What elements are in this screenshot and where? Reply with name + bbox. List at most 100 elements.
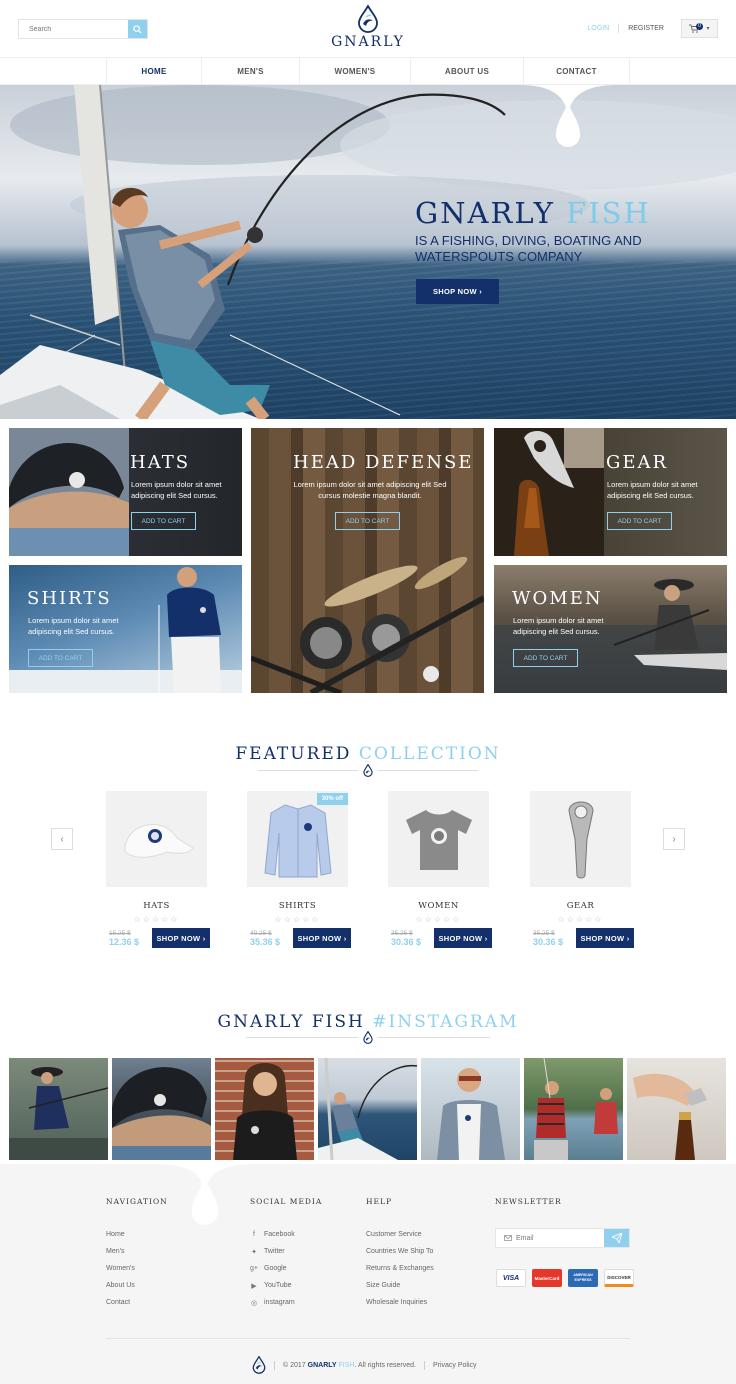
search-button[interactable] <box>128 20 147 38</box>
footer-link-home[interactable]: Home <box>106 1226 168 1243</box>
divider <box>246 1037 358 1038</box>
footer-list: f Facebook ✦ Twitter g+ Google ▶ YouTube ◎ in… <box>250 1226 322 1311</box>
tile-title: SHIRTS <box>27 588 112 609</box>
newsletter-submit-button[interactable] <box>604 1229 629 1247</box>
instagram-photo[interactable] <box>524 1058 623 1160</box>
nav-mens[interactable]: MEN'S <box>201 58 299 85</box>
add-to-cart-button[interactable]: ADD TO CART <box>335 512 400 530</box>
register-link[interactable]: REGISTER <box>628 25 664 32</box>
copyright-prefix: © 2017 <box>283 1361 306 1369</box>
footer-link-youtube[interactable]: ▶ YouTube <box>250 1277 322 1294</box>
tile-text: Lorem ipsum dolor sit amet adipiscing el… <box>131 480 222 500</box>
nav-contact[interactable]: CONTACT <box>523 58 630 85</box>
tile-women[interactable]: WOMEN Lorem ipsum dolor sit amet adipisc… <box>494 565 727 693</box>
footer-divider <box>106 1338 630 1339</box>
footer-link-wholesale[interactable]: Wholesale Inquiries <box>366 1294 434 1311</box>
auth-links: LOGIN REGISTER <box>587 24 664 33</box>
tile-title: HATS <box>130 452 191 473</box>
footer-link-mens[interactable]: Men's <box>106 1243 168 1260</box>
product-name[interactable]: SHIRTS <box>247 901 348 911</box>
tshirt-image <box>405 810 472 870</box>
mastercard-icon: MasterCard <box>532 1269 562 1287</box>
copyright-bar: © 2017 GNARLY FISH. All rights reserved.… <box>252 1356 477 1374</box>
product-card-gear[interactable]: GEAR ☆☆☆☆☆ 35.25 $ 30.36 $ SHOP NOW › <box>530 791 634 948</box>
product-pricing: 35.25 $ 30.36 $ SHOP NOW › <box>533 928 634 948</box>
product-image[interactable] <box>106 791 207 887</box>
divider <box>618 24 620 33</box>
add-to-cart-button[interactable]: ADD TO CART <box>131 512 196 530</box>
product-card-women[interactable]: WOMEN ☆☆☆☆☆ 35.25 $ 30.36 $ SHOP NOW › <box>388 791 492 948</box>
footer-link-customer-service[interactable]: Customer Service <box>366 1226 434 1243</box>
search-input[interactable] <box>19 20 128 38</box>
youtube-icon: ▶ <box>251 1282 257 1290</box>
tile-head-defense[interactable]: HEAD DEFENSE Lorem ipsum dolor sit amet … <box>251 428 484 693</box>
cart-button[interactable]: 0 ▾ <box>681 19 718 38</box>
discount-badge: 30% off <box>316 793 348 805</box>
tile-shirts[interactable]: SHIRTS Lorem ipsum dolor sit amet adipis… <box>9 565 242 693</box>
product-name[interactable]: GEAR <box>530 901 631 911</box>
footer-link-countries[interactable]: Countries We Ship To <box>366 1243 434 1260</box>
add-to-cart-button[interactable]: ADD TO CART <box>28 649 93 667</box>
carousel-next-button[interactable]: › <box>663 828 685 850</box>
product-image[interactable]: 30% off <box>247 791 348 887</box>
footer-link-returns[interactable]: Returns & Exchanges <box>366 1260 434 1277</box>
hero-shop-now-button[interactable]: SHOP NOW › <box>416 279 499 304</box>
tile-title: HEAD DEFENSE <box>293 452 474 473</box>
footer-link-size-guide[interactable]: Size Guide <box>366 1277 434 1294</box>
instagram-photo[interactable] <box>215 1058 314 1160</box>
payment-cards: VISA MasterCard AMERICAN EXPRESS DISCOVE… <box>496 1269 634 1287</box>
email-placeholder: Email <box>516 1234 534 1242</box>
tile-gear[interactable]: GEAR Lorem ipsum dolor sit amet adipisci… <box>494 428 727 556</box>
shop-now-button[interactable]: SHOP NOW › <box>152 928 210 948</box>
rating-stars: ☆☆☆☆☆ <box>274 915 321 924</box>
footer-newsletter: NEWSLETTER <box>495 1197 562 1206</box>
nav-home[interactable]: HOME <box>106 58 201 85</box>
footer-link-about-us[interactable]: About Us <box>106 1277 168 1294</box>
instagram-photo[interactable] <box>9 1058 108 1160</box>
hero-banner: GNARLY FISH IS A FISHING, DIVING, BOATIN… <box>0 85 736 419</box>
instagram-photo[interactable] <box>627 1058 726 1160</box>
instagram-photo[interactable] <box>421 1058 520 1160</box>
featured-title-main: FEATURED <box>235 744 352 764</box>
carousel-prev-button[interactable]: ‹ <box>51 828 73 850</box>
cart-count-badge: 0 <box>696 23 703 30</box>
price: 30.36 $ <box>533 936 564 947</box>
email-field[interactable]: Email <box>496 1229 604 1247</box>
discover-card-icon: DISCOVER <box>604 1269 634 1287</box>
tile-text: Lorem ipsum dolor sit amet adipiscing el… <box>607 480 698 500</box>
tile-text: Lorem ipsum dolor sit amet adipiscing el… <box>513 616 604 636</box>
product-name[interactable]: WOMEN <box>388 901 489 911</box>
price: 12.36 $ <box>109 936 140 947</box>
shop-now-button[interactable]: SHOP NOW › <box>434 928 492 948</box>
add-to-cart-button[interactable]: ADD TO CART <box>513 649 578 667</box>
product-card-hats[interactable]: HATS ☆☆☆☆☆ 15.25 $ 12.36 $ SHOP NOW › <box>106 791 210 948</box>
tile-hats[interactable]: HATS Lorem ipsum dolor sit amet adipisci… <box>9 428 242 556</box>
nav-about-us[interactable]: ABOUT US <box>410 58 523 85</box>
bottle-opener-hand-photo <box>633 1073 707 1160</box>
tile-title: GEAR <box>606 452 669 473</box>
footer-link-contact[interactable]: Contact <box>106 1294 168 1311</box>
angler-photo <box>9 1067 108 1160</box>
footer-link-google[interactable]: g+ Google <box>250 1260 322 1277</box>
divider <box>274 1360 275 1370</box>
footer-link-twitter[interactable]: ✦ Twitter <box>250 1243 322 1260</box>
footer-link-instagram[interactable]: ◎ instagram <box>250 1294 322 1311</box>
product-image[interactable] <box>388 791 489 887</box>
footer-link-facebook[interactable]: f Facebook <box>250 1226 322 1243</box>
hero-title-accent: FISH <box>566 196 651 230</box>
login-link[interactable]: LOGIN <box>587 25 609 32</box>
price: 35.36 $ <box>250 936 281 947</box>
nav-womens[interactable]: WOMEN'S <box>299 58 410 85</box>
product-card-shirts[interactable]: 30% off SHIRTS ☆☆☆☆☆ 40.25 $ 35.36 $ SHO… <box>247 791 351 948</box>
shop-now-button[interactable]: SHOP NOW › <box>576 928 634 948</box>
instagram-photo[interactable] <box>318 1058 417 1160</box>
logo[interactable]: GNARLY <box>330 5 406 50</box>
privacy-policy-link[interactable]: Privacy Policy <box>433 1362 477 1369</box>
product-image[interactable] <box>530 791 631 887</box>
instagram-photo[interactable] <box>112 1058 211 1160</box>
product-name[interactable]: HATS <box>106 901 207 911</box>
add-to-cart-button[interactable]: ADD TO CART <box>607 512 672 530</box>
footer-link-womens[interactable]: Women's <box>106 1260 168 1277</box>
footer-heading: NEWSLETTER <box>495 1197 562 1206</box>
shop-now-button[interactable]: SHOP NOW › <box>293 928 351 948</box>
